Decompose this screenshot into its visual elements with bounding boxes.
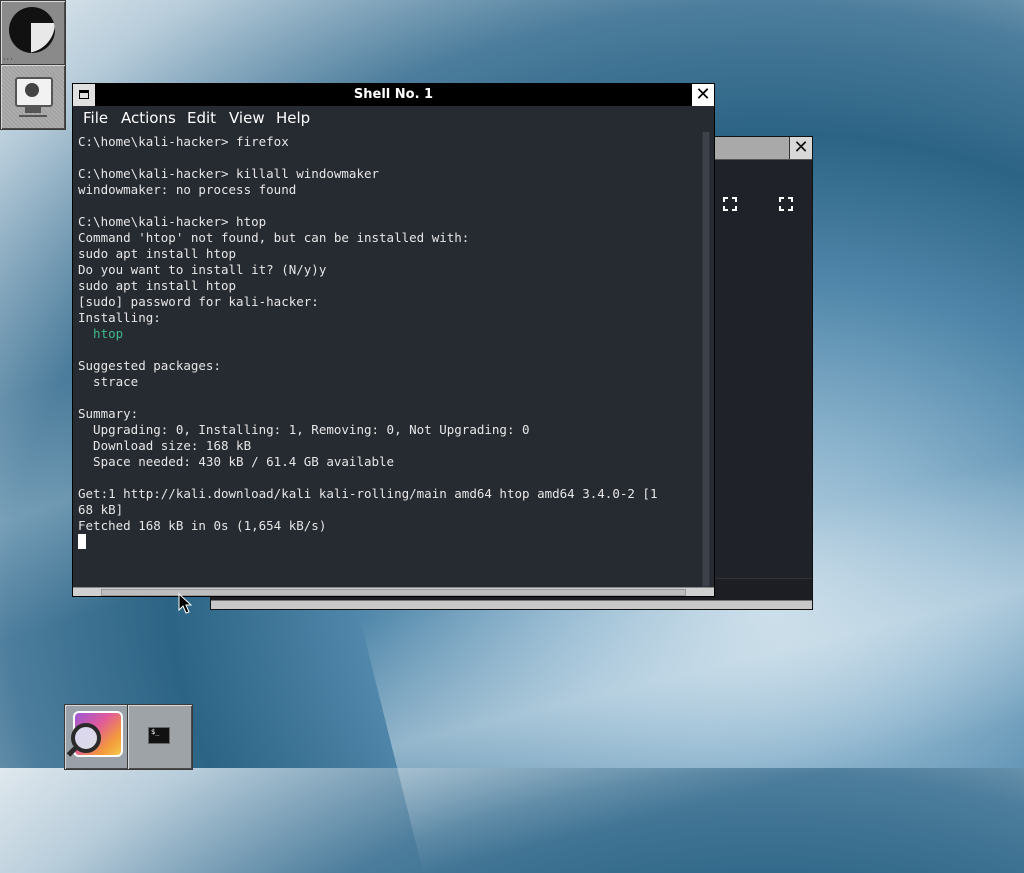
monitor-base: [19, 115, 47, 117]
terminal-titlebar[interactable]: Shell No. 1 ✕: [73, 84, 714, 107]
terminal-line: sudo apt install htop: [78, 278, 237, 293]
vertical-scrollbar[interactable]: [702, 132, 710, 588]
terminal-line: sudo apt install htop: [78, 246, 237, 261]
monitor-icon: [15, 77, 53, 107]
monitor-stand: [25, 107, 41, 113]
windowmaker-logo-icon: [9, 7, 55, 53]
terminal-line: Fetched 168 kB in 0s (1,654 kB/s): [78, 518, 327, 533]
minimize-button[interactable]: [73, 84, 96, 106]
terminal-line: Suggested packages:: [78, 358, 221, 373]
menu-actions[interactable]: Actions: [119, 106, 178, 130]
terminal-line: Get:1 http://kali.download/kali kali-rol…: [78, 486, 658, 501]
menu-bar: File Actions Edit View Help: [73, 106, 714, 130]
mouse-pointer-icon: [178, 593, 192, 614]
menu-file[interactable]: File: [81, 106, 110, 130]
terminal-line: Summary:: [78, 406, 139, 421]
terminal-prompt-line: [78, 534, 698, 550]
text-cursor: [78, 534, 86, 549]
terminal-line: Installing:: [78, 310, 161, 325]
monitor-dock-tile[interactable]: [0, 64, 66, 130]
terminal-line: C:\home\kali-hacker> htop: [78, 214, 267, 229]
dock-dots: ···: [3, 55, 14, 64]
terminal-line: htop: [78, 326, 124, 341]
terminal-line: Space needed: 430 kB / 61.4 GB available: [78, 454, 395, 469]
background-window-scrollbar[interactable]: [211, 600, 812, 609]
fullscreen-icon[interactable]: [779, 197, 793, 211]
terminal-dock-tile[interactable]: $_: [127, 704, 193, 770]
terminal-line: Upgrading: 0, Installing: 1, Removing: 0…: [78, 422, 530, 437]
terminal-line: [sudo] password for kali-hacker:: [78, 294, 319, 309]
terminal-output[interactable]: C:\home\kali-hacker> firefox C:\home\kali…: [78, 134, 698, 586]
scrollbar-thumb[interactable]: [703, 132, 709, 586]
terminal-line: 68 kB]: [78, 502, 124, 517]
terminal-line: Command 'htop' not found, but can be ins…: [78, 230, 470, 245]
terminal-line: C:\home\kali-hacker> firefox: [78, 134, 289, 149]
terminal-line: Do you want to install it? (N/y)y: [78, 262, 327, 277]
menu-edit[interactable]: Edit: [185, 106, 218, 130]
terminal-line: C:\home\kali-hacker> killall windowmaker: [78, 166, 380, 181]
image-viewer-dock-tile[interactable]: [64, 704, 130, 770]
terminal-line: windowmaker: no process found: [78, 182, 297, 197]
fullscreen-icon[interactable]: [723, 197, 737, 211]
menu-help[interactable]: Help: [274, 106, 312, 130]
terminal-icon: $_: [148, 727, 170, 744]
minimize-icon: [79, 90, 89, 99]
close-button[interactable]: ✕: [691, 84, 714, 106]
terminal-window[interactable]: Shell No. 1 ✕ File Actions Edit View Hel…: [72, 83, 715, 597]
terminal-line: Download size: 168 kB: [78, 438, 252, 453]
window-title: Shell No. 1: [353, 87, 434, 102]
terminal-line: strace: [78, 374, 139, 389]
horizontal-scrollbar[interactable]: [73, 587, 714, 596]
windowmaker-dock-tile[interactable]: ···: [0, 0, 66, 66]
background-window-close-button[interactable]: ✕: [789, 137, 812, 159]
menu-view[interactable]: View: [227, 106, 267, 130]
